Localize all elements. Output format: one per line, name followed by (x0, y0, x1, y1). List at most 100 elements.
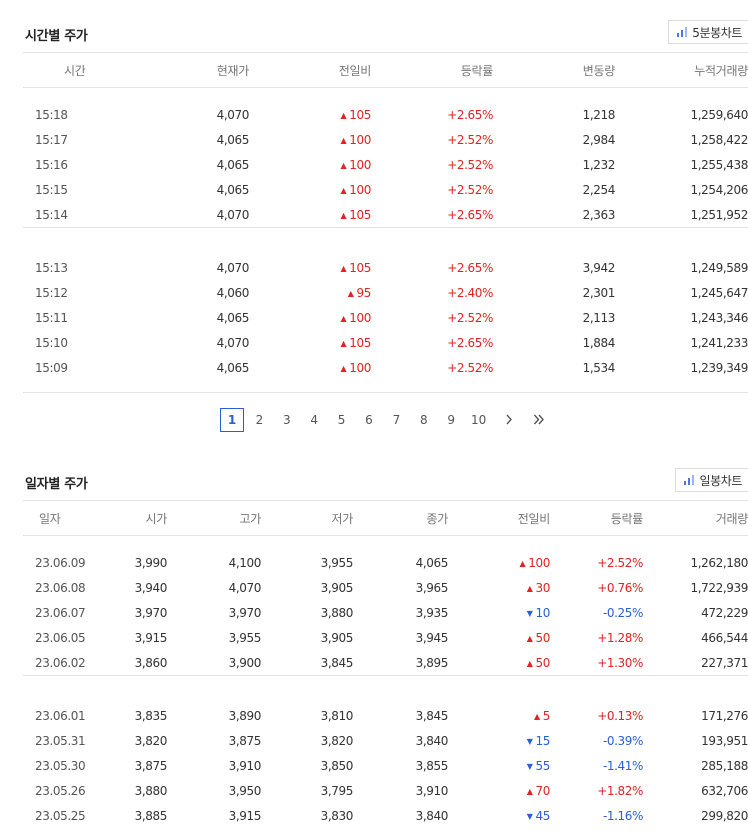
triangle-up-icon: ▲ (526, 786, 533, 796)
change-cell: ▲ 30 (448, 575, 551, 600)
rate-cell: +2.40% (447, 285, 493, 300)
triangle-down-icon: ▼ (526, 761, 533, 771)
col-change: 전일비 (249, 52, 371, 88)
next-page-button[interactable] (497, 408, 521, 432)
triangle-up-icon: ▲ (526, 633, 533, 643)
table-row: 23.06.08 3,940 4,070 3,905 3,965 ▲ 30 +0.76% 1,7… (23, 575, 748, 600)
page-4-button[interactable]: 4 (302, 408, 326, 432)
volume-cell: 299,820 (701, 808, 748, 823)
change-value: 45 (535, 808, 551, 823)
volume-cell: 227,371 (701, 655, 748, 670)
table-row: 15:13 4,070 ▲ 105 +2.65% 3,942 1,249,589 (23, 255, 748, 280)
price-cell: 4,070 (216, 260, 250, 275)
page-9-button[interactable]: 9 (439, 408, 463, 432)
price-cell: 4,070 (216, 207, 250, 222)
table-row: 15:12 4,060 ▲ 95 +2.40% 2,301 1,245,647 (23, 280, 748, 305)
spacer-cell (23, 536, 748, 551)
change-cell: ▲ 105 (249, 330, 372, 355)
5min-chart-button[interactable]: 5분봉차트 (668, 20, 748, 44)
price-cell: 4,065 (216, 310, 250, 325)
volume-cell: 1,232 (582, 157, 616, 172)
time-cell: 15:14 (35, 207, 68, 222)
price-cell: 4,070 (216, 107, 250, 122)
col-high: 고가 (167, 500, 261, 536)
page-2-button[interactable]: 2 (247, 408, 271, 432)
change-cell: ▲ 95 (249, 280, 372, 305)
date-cell: 23.06.09 (35, 555, 86, 570)
change-cell: ▼ 45 (448, 803, 551, 828)
low-cell: 3,880 (320, 605, 354, 620)
table-row: 23.06.07 3,970 3,970 3,880 3,935 ▼ 10 -0.25% 472… (23, 600, 748, 625)
page-7-button[interactable]: 7 (384, 408, 408, 432)
bar-chart-icon (677, 27, 688, 37)
change-value: 5 (542, 708, 551, 723)
volume-cell: 1,722,939 (690, 580, 748, 595)
col-acc-volume: 누적거래량 (615, 52, 748, 88)
acc-volume-cell: 1,239,349 (690, 360, 748, 375)
triangle-up-icon: ▲ (340, 263, 347, 273)
volume-cell: 1,262,180 (690, 555, 748, 570)
triangle-up-icon: ▲ (340, 110, 347, 120)
change-value: 100 (528, 555, 550, 570)
acc-volume-cell: 1,245,647 (690, 285, 748, 300)
time-cell: 15:11 (35, 310, 68, 325)
volume-cell: 1,884 (582, 335, 616, 350)
spacer-row (23, 675, 748, 703)
daily-price-header: 일자별 주가 일봉차트 (0, 448, 748, 500)
close-cell: 3,855 (415, 758, 449, 773)
volume-cell: 2,984 (582, 132, 616, 147)
page-6-button[interactable]: 6 (357, 408, 381, 432)
low-cell: 3,810 (320, 708, 354, 723)
time-cell: 15:17 (35, 132, 68, 147)
rate-cell: -1.41% (602, 758, 643, 773)
close-cell: 3,965 (415, 580, 449, 595)
table-row: 15:11 4,065 ▲ 100 +2.52% 2,113 1,243,346 (23, 305, 748, 330)
date-cell: 23.06.07 (35, 605, 86, 620)
acc-volume-cell: 1,249,589 (690, 260, 748, 275)
open-cell: 3,970 (134, 605, 168, 620)
page-3-button[interactable]: 3 (275, 408, 299, 432)
page-5-button[interactable]: 5 (330, 408, 354, 432)
time-price-table: 시간 현재가 전일비 등락률 변동량 누적거래량 15:18 4,070 ▲ 105 +… (23, 52, 748, 393)
open-cell: 3,915 (134, 630, 168, 645)
time-cell: 15:16 (35, 157, 68, 172)
open-cell: 3,885 (134, 808, 168, 823)
col-rate: 등락률 (550, 500, 643, 536)
daily-chart-button[interactable]: 일봉차트 (675, 468, 748, 492)
rate-cell: +1.82% (597, 783, 643, 798)
acc-volume-cell: 1,251,952 (690, 207, 748, 222)
volume-cell: 632,706 (701, 783, 748, 798)
col-volume: 변동량 (493, 52, 615, 88)
change-value: 30 (535, 580, 551, 595)
5min-chart-label: 5분봉차트 (692, 25, 742, 40)
change-value: 105 (349, 107, 371, 122)
acc-volume-cell: 1,259,640 (690, 107, 748, 122)
last-page-button[interactable] (527, 408, 551, 432)
col-close: 종가 (353, 500, 448, 536)
change-cell: ▲ 100 (249, 177, 372, 202)
col-open: 시가 (81, 500, 167, 536)
rate-cell: +2.52% (447, 157, 493, 172)
high-cell: 3,875 (228, 733, 262, 748)
col-date: 일자 (23, 500, 81, 536)
table-row: 23.05.31 3,820 3,875 3,820 3,840 ▼ 15 -0.39% 193… (23, 728, 748, 753)
change-value: 15 (535, 733, 551, 748)
spacer-cell (23, 380, 748, 393)
low-cell: 3,795 (320, 783, 354, 798)
close-cell: 3,945 (415, 630, 449, 645)
change-cell: ▲ 105 (249, 255, 372, 280)
triangle-up-icon: ▲ (340, 185, 347, 195)
date-cell: 23.06.01 (35, 708, 86, 723)
price-cell: 4,065 (216, 157, 250, 172)
rate-cell: +2.65% (447, 107, 493, 122)
page-10-button[interactable]: 10 (467, 408, 491, 432)
volume-cell: 285,188 (701, 758, 748, 773)
table-row: 15:14 4,070 ▲ 105 +2.65% 2,363 1,251,952 (23, 202, 748, 228)
col-low: 저가 (261, 500, 353, 536)
change-value: 100 (349, 310, 371, 325)
table-row: 23.05.25 3,885 3,915 3,830 3,840 ▼ 45 -1.16% 299… (23, 803, 748, 828)
spacer-row (23, 380, 748, 393)
page-1-button[interactable]: 1 (220, 408, 244, 432)
volume-cell: 1,218 (582, 107, 616, 122)
page-8-button[interactable]: 8 (412, 408, 436, 432)
